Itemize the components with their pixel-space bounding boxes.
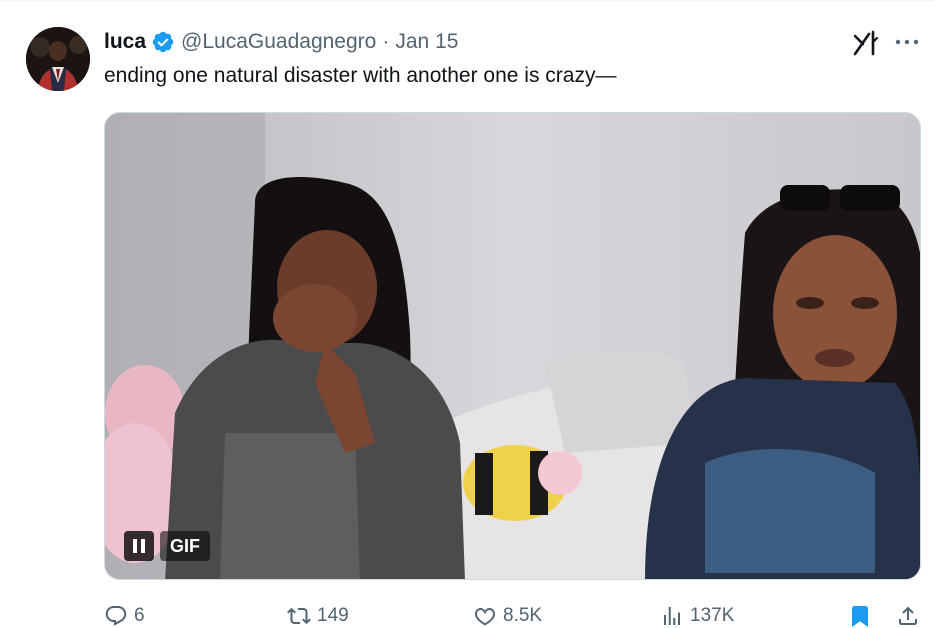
- pause-icon[interactable]: [124, 531, 154, 561]
- views-chart-icon: [664, 607, 680, 625]
- grok-icon[interactable]: [851, 28, 881, 58]
- reply-icon: [105, 606, 127, 626]
- bookmark-button[interactable]: [848, 601, 872, 628]
- retweet-button[interactable]: 149: [287, 601, 349, 628]
- share-icon: [899, 606, 917, 625]
- retweet-icon: [287, 607, 311, 625]
- more-icon[interactable]: [894, 37, 920, 47]
- like-button[interactable]: 8.5K: [473, 601, 542, 628]
- separator-dot: ·: [382, 30, 390, 53]
- tweet-date[interactable]: Jan 15: [395, 30, 458, 54]
- reply-count: 6: [134, 605, 145, 626]
- heart-icon: [475, 608, 495, 626]
- gif-controls: GIF: [124, 530, 210, 562]
- action-bar: 6 149 8.5K 137K: [104, 601, 921, 628]
- display-name[interactable]: luca: [104, 30, 146, 54]
- retweet-count: 149: [317, 605, 349, 626]
- bookmark-filled-icon: [852, 606, 868, 627]
- tweet-text: ending one natural disaster with another…: [104, 64, 617, 87]
- verified-badge-icon[interactable]: [151, 30, 175, 54]
- views-button[interactable]: 137K: [660, 601, 734, 628]
- avatar[interactable]: [26, 27, 90, 91]
- like-count: 8.5K: [503, 605, 543, 626]
- avatar-photo: [26, 27, 90, 91]
- tweet-card[interactable]: luca @LucaGuadagnegro · Jan 15 ending on…: [0, 0, 935, 628]
- reply-button[interactable]: 6: [104, 601, 145, 628]
- gif-badge: GIF: [160, 531, 210, 561]
- gif-frame-image: [105, 113, 920, 579]
- author-handle[interactable]: @LucaGuadagnegro: [181, 30, 376, 54]
- tweet-header: luca @LucaGuadagnegro · Jan 15: [104, 28, 458, 56]
- view-count: 137K: [690, 605, 735, 626]
- tweet-media-gif[interactable]: [104, 112, 921, 580]
- share-button[interactable]: [896, 601, 920, 628]
